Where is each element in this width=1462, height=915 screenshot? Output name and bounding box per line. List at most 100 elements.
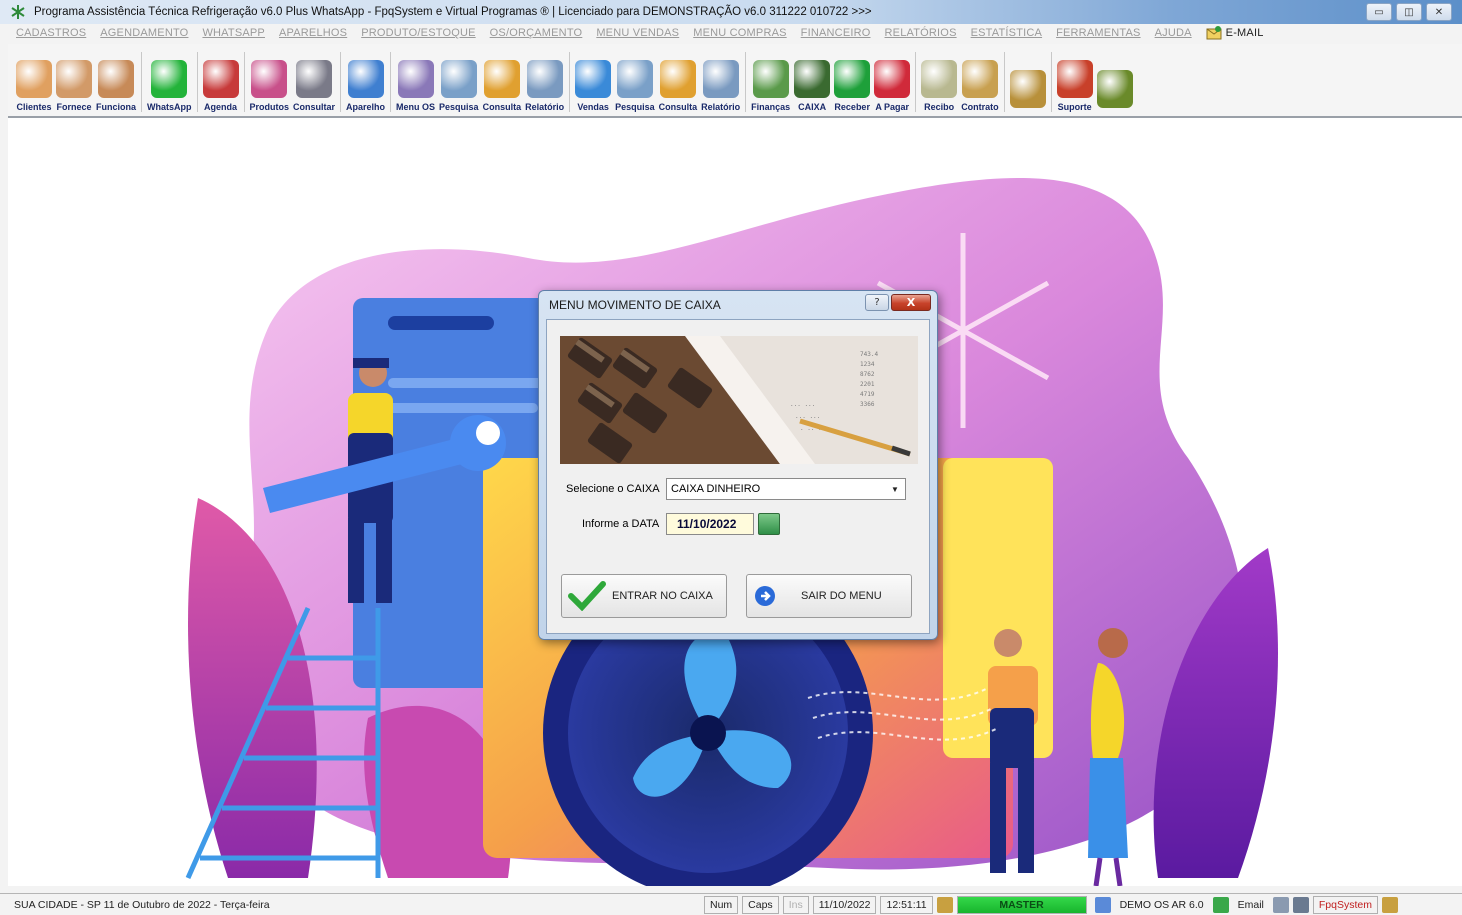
toolbar-button-relat-rio[interactable]: Relatório [523, 60, 566, 116]
email-status-icon[interactable] [1212, 896, 1229, 913]
toolbar-button-label: Suporte [1057, 102, 1092, 112]
toolbar-button-whatsapp[interactable]: WhatsApp [145, 60, 194, 116]
exit-menu-button[interactable]: SAIR DO MENU [746, 574, 912, 618]
status-time: 12:51:11 [880, 895, 933, 914]
toolbar-separator [1050, 52, 1052, 112]
monitor-icon [575, 60, 612, 98]
exit-icon [1096, 70, 1133, 108]
menu-email[interactable]: E-MAIL [1206, 26, 1264, 40]
toolbar-button-pesquisa[interactable]: Pesquisa [437, 60, 481, 116]
menu-vendas[interactable]: MENU VENDAS [596, 27, 679, 39]
checkmark-icon [568, 581, 606, 611]
svg-text:... ...: ... ... [795, 413, 820, 420]
email-icon [1206, 26, 1222, 40]
status-date: 11/10/2022 [812, 895, 877, 914]
products-icon [251, 60, 288, 98]
toolbar-button-finan-as[interactable]: Finanças [749, 60, 792, 116]
dialog-body: 743.4 1234 8762 2201 4719 3366 ... ... ... ..… [546, 319, 930, 634]
menu-ajuda[interactable]: AJUDA [1155, 27, 1192, 39]
arrow-right-circle-icon [755, 586, 775, 606]
toolbar-button-label: Contrato [961, 102, 999, 112]
caixa-label: Selecione o CAIXA [566, 483, 660, 495]
toolbar-button-exit[interactable] [1095, 70, 1135, 116]
toolbar-button-menu-os[interactable]: Menu OS [394, 60, 437, 116]
date-input[interactable]: 11/10/2022 [666, 513, 754, 535]
svg-text:8762: 8762 [860, 371, 875, 378]
toolbar-button-label: Consultar [293, 102, 336, 112]
support-icon [1056, 60, 1093, 98]
toolbar-button-label: Finanças [751, 102, 791, 112]
maximize-button[interactable]: ◫ [1396, 3, 1422, 21]
toolbar-button-relat-rio[interactable]: Relatório [699, 60, 742, 116]
toolbar-button-suporte[interactable]: Suporte [1055, 60, 1095, 116]
status-caps: Caps [742, 895, 779, 914]
menu-relatorios[interactable]: RELATÓRIOS [885, 27, 957, 39]
chevron-down-icon[interactable]: ▼ [887, 481, 903, 497]
status-email[interactable]: Email [1233, 896, 1269, 914]
menu-cadastros[interactable]: CADASTROS [16, 27, 86, 39]
menu-ferramentas[interactable]: FERRAMENTAS [1056, 27, 1141, 39]
toolbar-button-coin[interactable] [1008, 70, 1048, 116]
toolbar-button-clientes[interactable]: Clientes [14, 60, 54, 116]
keyboard-status-icon[interactable] [1292, 896, 1309, 913]
toolbar-button-agenda[interactable]: Agenda [201, 60, 241, 116]
toolbar-button-contrato[interactable]: Contrato [959, 60, 1001, 116]
toolbar-button-recibo[interactable]: Recibo [919, 60, 959, 116]
menu-aparelhos[interactable]: APARELHOS [279, 27, 347, 39]
data-label: Informe a DATA [582, 518, 660, 530]
menu-bar: CADASTROS AGENDAMENTO WHATSAPP APARELHOS… [0, 24, 1462, 42]
caixa-select[interactable]: CAIXA DINHEIRO ▼ [666, 478, 906, 500]
status-num: Num [704, 895, 739, 914]
menu-whatsapp[interactable]: WHATSAPP [202, 27, 265, 39]
toolbar-button-label: Clientes [16, 102, 52, 112]
menu-email-label: E-MAIL [1225, 27, 1264, 39]
contract-icon [961, 60, 998, 98]
toolbar-button-label: Relatório [525, 102, 565, 112]
folder-icon [483, 60, 520, 98]
toolbar-button-funciona[interactable]: Funciona [94, 60, 138, 116]
supplier-icon [56, 60, 92, 98]
dialog-title: MENU MOVIMENTO DE CAIXA [549, 298, 721, 312]
toolbar-button-label: Consulta [482, 102, 522, 112]
printer-icon [702, 60, 739, 98]
toolbar-button-aparelho[interactable]: Aparelho [344, 60, 387, 116]
toolbar-button-consultar[interactable]: Consultar [291, 60, 337, 116]
data-row: Informe a DATA 11/10/2022 [582, 513, 780, 535]
pay-money-icon [874, 60, 911, 98]
menu-compras[interactable]: MENU COMPRAS [693, 27, 786, 39]
toolbar-button-pesquisa[interactable]: Pesquisa [613, 60, 657, 116]
toolbar-button-a-pagar[interactable]: A Pagar [872, 60, 912, 116]
minimize-button[interactable]: ▭ [1366, 3, 1392, 21]
toolbar-button-caixa[interactable]: CAIXA [792, 60, 832, 116]
toolbar-separator [196, 52, 198, 112]
search-icon [616, 60, 653, 98]
dialog-close-button[interactable]: X [891, 294, 931, 311]
printer-status-icon[interactable] [1272, 896, 1289, 913]
dialog-help-button[interactable]: ? [865, 294, 889, 311]
enter-caixa-label: ENTRAR NO CAIXA [612, 590, 713, 602]
toolbar-button-consulta[interactable]: Consulta [481, 60, 524, 116]
enter-caixa-button[interactable]: ENTRAR NO CAIXA [561, 574, 727, 618]
exit-menu-label: SAIR DO MENU [801, 590, 882, 602]
caixa-select-value: CAIXA DINHEIRO [671, 483, 761, 495]
printer-icon [526, 60, 563, 98]
svg-text:... ...: ... ... [790, 401, 815, 408]
toolbar-button-consulta[interactable]: Consulta [657, 60, 700, 116]
menu-os-orcamento[interactable]: OS/ORÇAMENTO [490, 27, 583, 39]
svg-text:2201: 2201 [860, 381, 875, 388]
menu-agendamento[interactable]: AGENDAMENTO [100, 27, 188, 39]
toolbar-button-label: CAIXA [798, 102, 827, 112]
calendar-picker-icon[interactable] [758, 513, 780, 535]
toolbar-button-vendas[interactable]: Vendas [573, 60, 613, 116]
menu-produto-estoque[interactable]: PRODUTO/ESTOQUE [361, 27, 475, 39]
toolbar-button-fornece[interactable]: Fornece [54, 60, 94, 116]
toolbar-separator [915, 52, 917, 112]
close-window-button[interactable]: ✕ [1426, 3, 1452, 21]
menu-estatistica[interactable]: ESTATÍSTICA [971, 27, 1042, 39]
caixa-row: Selecione o CAIXA CAIXA DINHEIRO ▼ [566, 478, 906, 500]
toolbar-button-receber[interactable]: Receber [832, 60, 872, 116]
menu-financeiro[interactable]: FINANCEIRO [801, 27, 871, 39]
toolbar-button-produtos[interactable]: Produtos [248, 60, 292, 116]
toolbar-button-label: WhatsApp [147, 102, 192, 112]
calendar-icon [202, 60, 239, 98]
